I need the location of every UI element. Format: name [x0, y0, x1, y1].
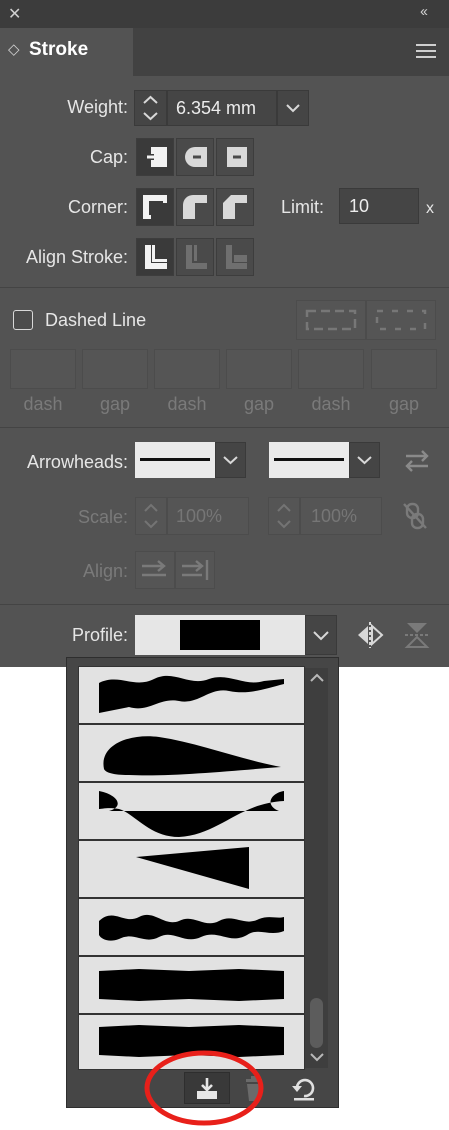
align-stroke-inside-button[interactable] [176, 238, 214, 276]
link-scale-icon[interactable] [400, 500, 430, 532]
limit-label: Limit: [281, 197, 325, 217]
dashed-line-label: Dashed Line [45, 310, 147, 330]
gap-field-3[interactable] [371, 349, 437, 389]
end-arrowhead-dropdown[interactable] [349, 442, 380, 478]
limit-value: 10 [349, 196, 370, 216]
profile-option-triangle[interactable] [78, 840, 305, 898]
arrow-align-label: Align: [82, 561, 128, 581]
end-scale-value: 100% [311, 506, 358, 526]
profile-option-wavy-taper[interactable] [78, 666, 305, 724]
dash-field-label: dash [167, 394, 207, 414]
dash-field-3[interactable] [298, 349, 364, 389]
align-stroke-center-button[interactable] [136, 238, 174, 276]
flip-along-icon[interactable] [356, 620, 384, 650]
dash-field-1[interactable] [10, 349, 76, 389]
profile-option-bulge[interactable] [78, 782, 305, 840]
profile-select[interactable] [135, 615, 305, 655]
profile-option-wave[interactable] [78, 898, 305, 956]
profile-option-teardrop[interactable] [78, 724, 305, 782]
align-dash-corners-button[interactable] [366, 300, 436, 340]
scroll-up-icon[interactable] [308, 670, 326, 684]
arrowheads-label: Arrowheads: [26, 452, 128, 472]
gap-field-label: gap [243, 394, 275, 414]
panel-tab-row: ◇ Stroke [0, 28, 449, 76]
miter-join-button[interactable] [136, 188, 174, 226]
reset-profiles-icon[interactable] [291, 1076, 317, 1102]
preserve-dash-button[interactable] [296, 300, 366, 340]
weight-label: Weight: [67, 97, 128, 117]
panel-title-bar: ✕ ‹‹ [0, 0, 449, 28]
profile-option-uniform[interactable] [78, 956, 305, 1014]
align-stroke-outside-button[interactable] [216, 238, 254, 276]
align-stroke-label: Align Stroke: [25, 247, 128, 267]
profile-dropdown-button[interactable] [305, 615, 337, 655]
start-arrowhead-select[interactable] [135, 442, 215, 478]
round-join-button[interactable] [176, 188, 214, 226]
end-arrowhead-select[interactable] [269, 442, 349, 478]
scroll-thumb[interactable] [310, 998, 323, 1048]
collapse-icon[interactable]: ‹‹ [420, 3, 428, 20]
section-divider [0, 287, 449, 288]
tab-toggle-icon[interactable]: ◇ [8, 40, 20, 58]
start-scale-value: 100% [176, 506, 223, 526]
panel-menu-icon[interactable] [416, 43, 436, 59]
dash-field-label: dash [23, 394, 63, 414]
weight-value: 6.354 mm [176, 98, 257, 118]
gap-field-2[interactable] [226, 349, 292, 389]
dash-field-2[interactable] [154, 349, 220, 389]
corner-label: Corner: [67, 197, 128, 217]
weight-dropdown-button[interactable] [277, 90, 309, 126]
highlight-circle [143, 1049, 265, 1127]
cap-label: Cap: [89, 147, 128, 167]
limit-unit: x [426, 200, 434, 217]
close-icon[interactable]: ✕ [8, 4, 21, 24]
section-divider [0, 427, 449, 428]
dashed-line-checkbox[interactable] [13, 310, 33, 330]
swap-arrowheads-icon[interactable] [403, 447, 431, 475]
round-cap-button[interactable] [176, 138, 214, 176]
start-scale-stepper[interactable] [135, 497, 167, 535]
flip-across-icon[interactable] [403, 620, 431, 650]
end-scale-input[interactable]: 100% [300, 497, 382, 535]
gap-field-label: gap [388, 394, 420, 414]
tab-stroke[interactable]: ◇ Stroke [0, 28, 133, 76]
gap-field-label: gap [99, 394, 131, 414]
profile-label: Profile: [71, 625, 128, 645]
dash-field-label: dash [311, 394, 351, 414]
scale-label: Scale: [77, 507, 128, 527]
weight-stepper[interactable] [134, 90, 167, 126]
gap-field-1[interactable] [82, 349, 148, 389]
bevel-join-button[interactable] [216, 188, 254, 226]
butt-cap-button[interactable] [136, 138, 174, 176]
limit-input[interactable]: 10 [339, 188, 419, 224]
place-arrow-tip-button[interactable] [175, 551, 215, 589]
weight-input[interactable]: 6.354 mm [167, 90, 277, 126]
scroll-down-icon[interactable] [308, 1050, 326, 1064]
start-arrowhead-dropdown[interactable] [215, 442, 246, 478]
tab-title: Stroke [29, 39, 89, 60]
projecting-cap-button[interactable] [216, 138, 254, 176]
section-divider [0, 604, 449, 605]
extend-arrow-tip-button[interactable] [135, 551, 175, 589]
end-scale-stepper[interactable] [268, 497, 300, 535]
start-scale-input[interactable]: 100% [167, 497, 249, 535]
